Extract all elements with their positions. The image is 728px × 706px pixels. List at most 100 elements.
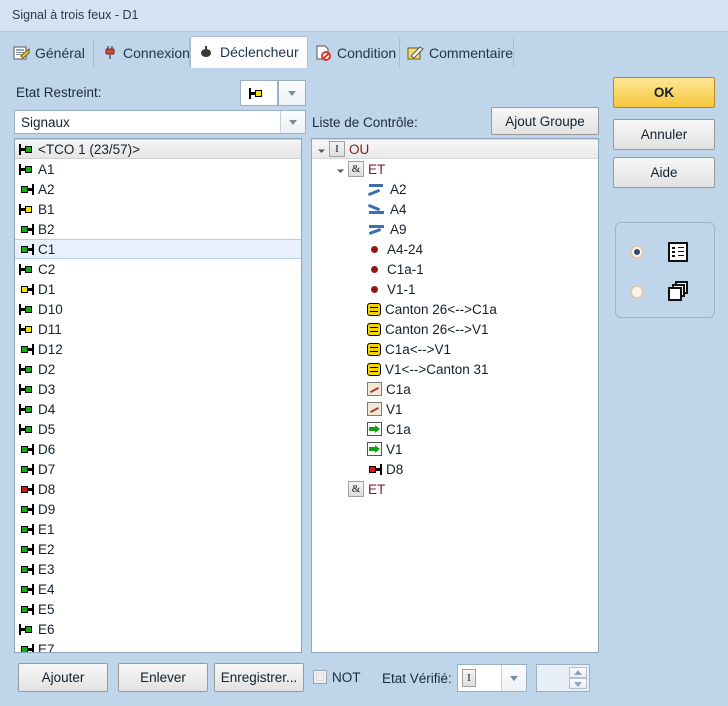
signal-list-item[interactable]: E1: [15, 519, 301, 539]
signal-list-item[interactable]: C2: [15, 259, 301, 279]
signal-list-item[interactable]: D2: [15, 359, 301, 379]
signal-green-right-icon: [19, 423, 34, 435]
signal-list-item[interactable]: E5: [15, 599, 301, 619]
tab-condition[interactable]: Condition: [308, 38, 400, 67]
tab-label: Général: [35, 44, 85, 61]
expander-open-icon[interactable]: [316, 143, 329, 156]
signal-yellow-right-icon: [19, 323, 34, 335]
tab-gnral[interactable]: Général: [6, 38, 94, 67]
control-tree-panel[interactable]: I OU & ET A2 A4 A9 A4-24 C1a-1 V1-1 Canton 26<-->C…: [311, 138, 599, 653]
control-tree-item[interactable]: D8: [312, 459, 598, 479]
control-tree-item[interactable]: C1a-1: [312, 259, 598, 279]
signal-list-item-label: D3: [38, 381, 56, 397]
signal-green-left-icon: [19, 543, 34, 555]
signal-list-item[interactable]: D3: [15, 379, 301, 399]
control-tree-item[interactable]: C1a: [312, 379, 598, 399]
control-tree-item[interactable]: Canton 26<-->V1: [312, 319, 598, 339]
etat-restreint-value-box[interactable]: [240, 80, 278, 106]
brake-icon: [367, 382, 382, 396]
control-tree-item[interactable]: V1: [312, 439, 598, 459]
control-tree-item[interactable]: V1<-->Canton 31: [312, 359, 598, 379]
etat-restreint-label: Etat Restreint:: [16, 85, 102, 100]
aide-button[interactable]: Aide: [613, 157, 715, 188]
signal-green-left-icon: [19, 563, 34, 575]
control-tree-item[interactable]: & ET: [312, 479, 598, 499]
signal-red-left-icon: [19, 483, 34, 495]
signal-list-item[interactable]: C1: [15, 239, 301, 259]
signal-list-item[interactable]: E2: [15, 539, 301, 559]
signal-list-item[interactable]: A1: [15, 159, 301, 179]
view-mode-cards-radio[interactable]: [630, 285, 644, 299]
tab-label: Déclencheur: [220, 44, 299, 60]
list-view-icon[interactable]: [668, 242, 688, 262]
signal-list-item[interactable]: B1: [15, 199, 301, 219]
signal-list-item[interactable]: D7: [15, 459, 301, 479]
switch-left-icon: [367, 222, 386, 236]
control-tree-item-label: Canton 26<-->V1: [385, 321, 489, 337]
signal-list-item[interactable]: E7: [15, 639, 301, 652]
and-operator-icon: &: [348, 161, 364, 177]
ajout-groupe-button[interactable]: Ajout Groupe: [491, 107, 599, 135]
signal-list-item[interactable]: D12: [15, 339, 301, 359]
spinner-up-icon[interactable]: [569, 667, 587, 678]
not-checkbox[interactable]: [313, 670, 327, 684]
control-tree-item[interactable]: C1a<-->V1: [312, 339, 598, 359]
green-arrow-icon: [367, 442, 382, 456]
enregistrer-button[interactable]: Enregistrer...: [214, 663, 304, 692]
etat-verifie-combo[interactable]: I: [457, 664, 527, 692]
annuler-label: Annuler: [640, 127, 688, 142]
view-mode-list-radio[interactable]: [630, 245, 644, 259]
spinner-down-icon[interactable]: [569, 678, 587, 689]
control-tree-item[interactable]: A4: [312, 199, 598, 219]
count-spinner[interactable]: [536, 664, 590, 692]
chevron-down-icon[interactable]: [501, 665, 526, 691]
etat-restreint-dropdown-button[interactable]: [278, 80, 306, 106]
tab-commentaire[interactable]: Commentaire: [400, 38, 514, 67]
annuler-button[interactable]: Annuler: [613, 119, 715, 150]
tab-dclencheur[interactable]: Déclencheur: [190, 36, 308, 68]
signal-green-left-icon: [19, 643, 34, 652]
ok-button[interactable]: OK: [613, 77, 715, 108]
signal-list-item[interactable]: B2: [15, 219, 301, 239]
control-tree-item[interactable]: I OU: [312, 139, 598, 159]
control-tree-item-label: C1a: [386, 421, 411, 437]
chevron-down-icon[interactable]: [280, 111, 305, 133]
signal-list-item-label: E5: [38, 601, 55, 617]
expander-open-icon[interactable]: [335, 163, 348, 176]
tab-connexion[interactable]: Connexion: [94, 38, 190, 67]
enlever-button[interactable]: Enlever: [118, 663, 208, 692]
signal-list-item[interactable]: D4: [15, 399, 301, 419]
signal-list-item[interactable]: A2: [15, 179, 301, 199]
signal-list-item[interactable]: D1: [15, 279, 301, 299]
control-tree-item[interactable]: A4-24: [312, 239, 598, 259]
or-operator-icon: I: [329, 141, 345, 157]
category-combo[interactable]: Signaux: [14, 110, 306, 134]
control-tree-item[interactable]: V1-1: [312, 279, 598, 299]
signal-list-item[interactable]: D5: [15, 419, 301, 439]
signal-list-item[interactable]: D9: [15, 499, 301, 519]
control-tree-item[interactable]: C1a: [312, 419, 598, 439]
tab-label: Connexion: [123, 44, 190, 61]
control-tree-item[interactable]: V1: [312, 399, 598, 419]
control-tree-item-label: C1a: [386, 381, 411, 397]
signal-list-item[interactable]: D11: [15, 319, 301, 339]
control-tree-item[interactable]: Canton 26<-->C1a: [312, 299, 598, 319]
signal-list-panel[interactable]: <TCO 1 (23/57)> A1 A2 B1 B2 C1 C2 D1 D10 D11 D12 D2…: [14, 138, 302, 653]
control-tree-item[interactable]: A2: [312, 179, 598, 199]
cards-view-icon[interactable]: [668, 281, 688, 301]
etat-verifie-label: Etat Vérifié:: [382, 671, 452, 686]
signal-list-item[interactable]: D10: [15, 299, 301, 319]
signal-list-item[interactable]: E6: [15, 619, 301, 639]
signal-list-item[interactable]: D8: [15, 479, 301, 499]
control-tree-item[interactable]: & ET: [312, 159, 598, 179]
signal-list-item[interactable]: D6: [15, 439, 301, 459]
signal-list-item[interactable]: E3: [15, 559, 301, 579]
control-tree-item[interactable]: A9: [312, 219, 598, 239]
ajouter-button[interactable]: Ajouter: [18, 663, 108, 692]
signal-list-group-header[interactable]: <TCO 1 (23/57)>: [15, 139, 301, 159]
signal-list-item[interactable]: E4: [15, 579, 301, 599]
